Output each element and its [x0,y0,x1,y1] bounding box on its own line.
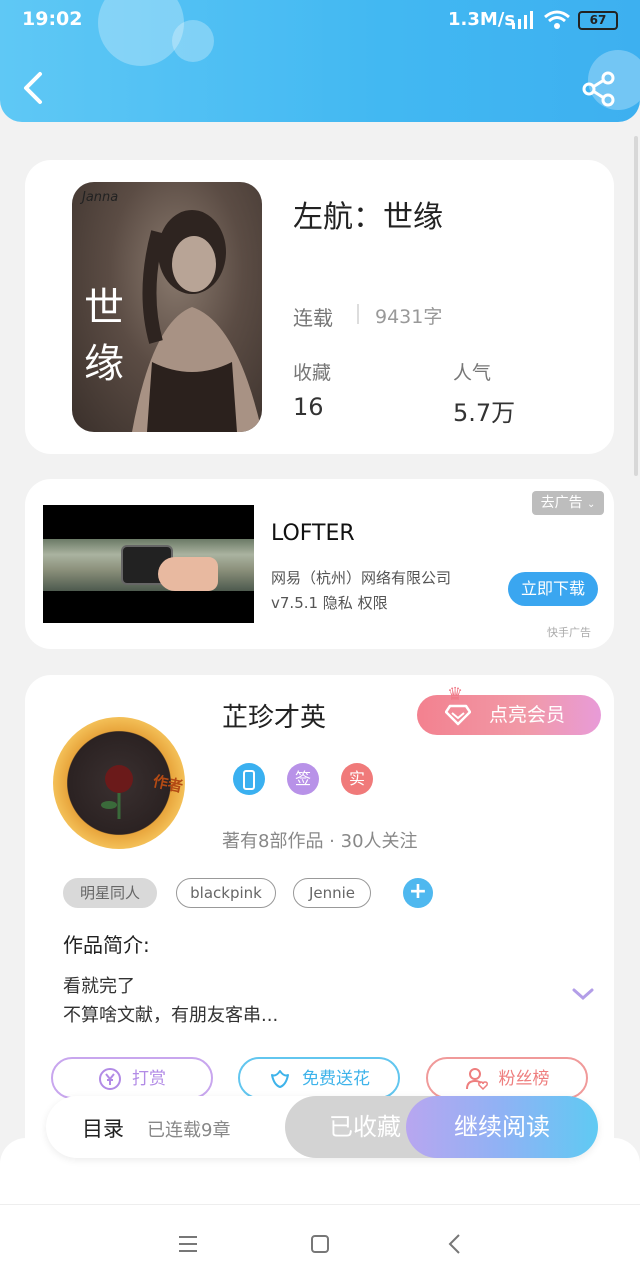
reading-bar: 目录 已连载9章 已收藏 继续阅读 [46,1096,598,1158]
signal-icon [512,11,533,29]
book-info-card: Janna 世缘 左航：世缘 连载 9431字 收藏 16 人气 5.7万 [25,160,614,454]
user-heart-icon [465,1068,488,1091]
remove-ad-label: 去广告 [540,495,583,511]
author-name[interactable]: 芷珍才英 [222,697,326,734]
back-arrow-icon[interactable] [18,70,54,106]
favorites-label: 收藏 [293,362,332,384]
header: 19:02 1.3M/s 67 [0,0,640,122]
author-stats: 著有8部作品 · 30人关注 [222,831,418,852]
toc-button[interactable]: 目录 [82,1113,124,1143]
nav-back-icon[interactable] [440,1229,470,1259]
wifi-icon [544,10,570,29]
free-flower-label: 免费送花 [302,1069,370,1089]
add-tag-button[interactable]: + [403,878,433,908]
favorites-value: 16 [293,393,324,421]
battery-indicator: 67 [578,11,618,30]
book-cover[interactable]: Janna 世缘 [72,182,262,432]
real-name-badge[interactable]: 实 [341,763,373,795]
network-speed: 1.3M/s [448,9,516,30]
system-nav-bar [0,1204,640,1280]
divider [357,304,359,324]
chevron-down-icon: ⌄ [587,499,596,510]
ad-card[interactable]: 去广告 ⌄ LOFTER 网易（杭州）网络有限公司 v7.5.1 隐私 权限 立… [25,479,614,649]
yen-coin-icon [99,1068,121,1090]
ad-video-thumbnail[interactable] [43,505,254,623]
chevron-down-icon[interactable] [571,985,595,1003]
intro-line: 不算啥文献，有朋友客串... [63,1005,279,1026]
home-icon[interactable] [305,1229,335,1259]
status-time: 19:02 [22,8,83,30]
tip-label: 打赏 [132,1069,166,1089]
scrollbar[interactable] [634,136,638,476]
cover-figure [132,210,262,432]
flower-icon [271,1070,289,1088]
phone-verified-badge[interactable] [233,763,265,795]
share-icon[interactable] [580,70,618,108]
intro-line: 看就完了 [63,976,135,997]
tag-item[interactable]: Jennie [293,878,371,908]
video-hand [158,557,218,591]
menu-icon[interactable] [173,1229,203,1259]
avatar[interactable]: 作者 [53,717,185,849]
ad-app-name: LOFTER [271,521,355,546]
fans-ranking-button[interactable]: 粉丝榜 [426,1057,588,1099]
tag-item[interactable]: 明星同人 [63,878,157,908]
tag-item[interactable]: blackpink [176,878,276,908]
intro-title: 作品简介: [63,933,150,957]
vip-label: 点亮会员 [489,704,566,726]
ad-company: 网易（杭州）网络有限公司 [271,569,452,587]
fans-ranking-label: 粉丝榜 [498,1069,550,1089]
download-button[interactable]: 立即下载 [508,572,598,606]
rose-icon [101,765,133,819]
popularity-value: 5.7万 [453,399,516,427]
vip-button[interactable]: ♛ 点亮会员 [417,684,601,735]
diamond-icon [445,704,471,726]
tip-button[interactable]: 打赏 [51,1057,213,1099]
remove-ad-button[interactable]: 去广告 ⌄ [532,491,604,515]
status-bar: 19:02 1.3M/s 67 [0,0,640,40]
popularity-label: 人气 [453,362,492,384]
signed-badge[interactable]: 签 [287,763,319,795]
phone-icon [243,769,255,790]
cover-title: 世缘 [84,285,124,387]
chapter-progress: 已连载9章 [147,1120,231,1141]
free-flower-button[interactable]: 免费送花 [238,1057,400,1099]
ad-source-label: 快手广告 [547,626,591,639]
ad-version-links[interactable]: v7.5.1 隐私 权限 [271,592,388,613]
continue-reading-button[interactable]: 继续阅读 [406,1096,598,1158]
serial-status: 连载 [293,306,333,330]
book-title: 左航：世缘 [293,200,443,235]
word-count: 9431字 [375,306,443,328]
